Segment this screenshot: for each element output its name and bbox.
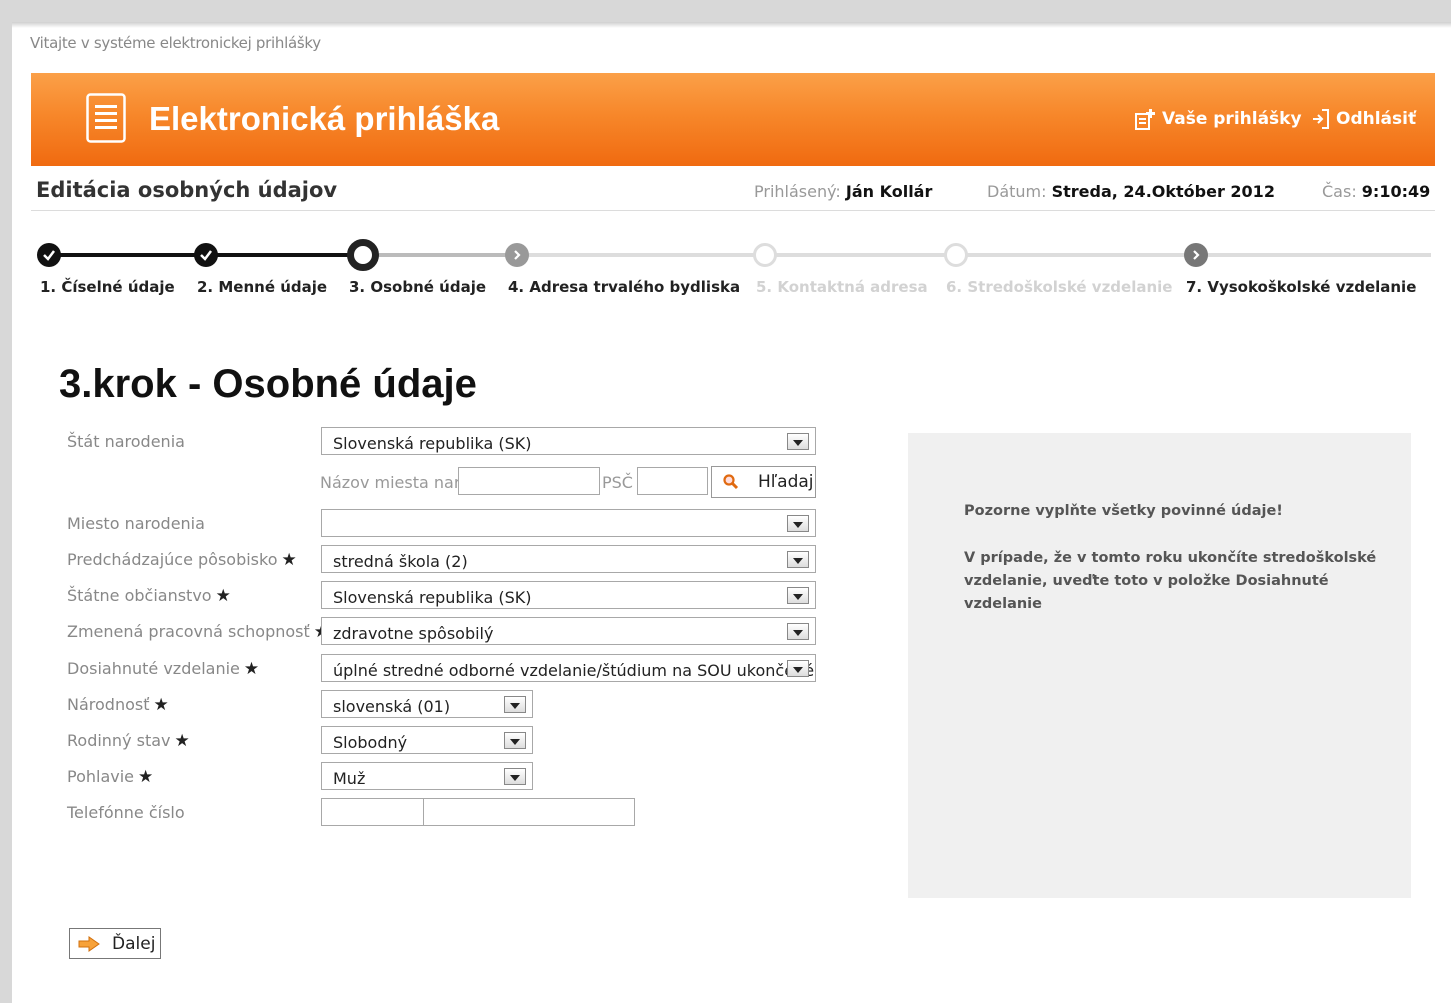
step-6-disabled-icon	[944, 243, 968, 267]
required-icon: ★	[138, 767, 154, 787]
birth-place-select[interactable]	[321, 509, 816, 537]
chevron-down-icon[interactable]	[787, 587, 809, 604]
search-button[interactable]: Hľadaj	[711, 466, 816, 498]
step-3-label: 3. Osobné údaje	[349, 278, 487, 296]
applications-icon	[1135, 109, 1155, 130]
step-2-label[interactable]: 2. Menné údaje	[197, 278, 327, 296]
psc-label: PSČ	[602, 473, 633, 492]
step-5-disabled-icon	[753, 243, 777, 267]
nationality-select[interactable]: slovenská (01)	[321, 690, 533, 718]
work-capacity-label: Zmenená pracovná schopnosť★	[67, 622, 329, 642]
current-date: Dátum: Streda, 24.Október 2012	[987, 182, 1275, 201]
info-bar: Editácia osobných údajov Prihlásený: Ján…	[31, 174, 1435, 211]
citizenship-select[interactable]: Slovenská republika (SK)	[321, 581, 816, 609]
chevron-down-icon[interactable]	[504, 732, 526, 749]
logged-user: Prihlásený: Ján Kollár	[754, 182, 932, 201]
place-name-input[interactable]	[458, 467, 600, 495]
education-select[interactable]: úplné stredné odborné vzdelanie/štúdium …	[321, 654, 816, 682]
header-banner: Elektronická prihláška Vaše prihlášky Od…	[31, 73, 1435, 166]
logout-label: Odhlásiť	[1336, 109, 1417, 129]
chevron-down-icon[interactable]	[787, 660, 809, 677]
app-title: Elektronická prihláška	[149, 100, 500, 137]
prev-workplace-label: Predchádzajúce pôsobisko ★	[67, 550, 297, 570]
form-title: 3.krok - Osobné údaje	[59, 362, 477, 406]
search-icon	[723, 474, 739, 490]
marital-status-label: Rodinný stav ★	[67, 731, 190, 751]
step-5-label: 5. Kontaktná adresa	[756, 278, 928, 296]
progress-steps: 1. Číselné údaje 2. Menné údaje 3. Osobn…	[31, 238, 1431, 308]
birth-state-select[interactable]: Slovenská republika (SK)	[321, 427, 816, 455]
my-applications-link[interactable]: Vaše prihlášky	[1134, 108, 1302, 130]
required-icon: ★	[215, 586, 231, 606]
chevron-down-icon[interactable]	[504, 696, 526, 713]
gender-select[interactable]: Muž	[321, 762, 533, 790]
chevron-down-icon[interactable]	[787, 433, 809, 450]
prev-workplace-select[interactable]: stredná škola (2)	[321, 545, 816, 573]
chevron-down-icon[interactable]	[787, 551, 809, 568]
psc-input[interactable]	[637, 467, 708, 495]
chevron-down-icon[interactable]	[787, 623, 809, 640]
birth-state-value: Slovenská republika (SK)	[333, 434, 532, 453]
required-icon: ★	[153, 695, 169, 715]
phone-prefix-input[interactable]	[321, 798, 424, 826]
required-icon: ★	[243, 659, 260, 679]
gender-value: Muž	[333, 769, 366, 788]
education-value: úplné stredné odborné vzdelanie/štúdium …	[333, 661, 815, 680]
arrow-right-icon	[78, 935, 100, 952]
step-1-label[interactable]: 1. Číselné údaje	[40, 278, 175, 296]
nationality-value: slovenská (01)	[333, 697, 451, 716]
logout-icon	[1313, 109, 1329, 129]
nationality-label: Národnosť ★	[67, 695, 169, 715]
step-2-done-icon[interactable]	[194, 243, 218, 267]
marital-status-value: Slobodný	[333, 733, 408, 752]
document-icon	[86, 93, 126, 143]
step-1-done-icon[interactable]	[37, 243, 61, 267]
info-box: Pozorne vyplňte všetky povinné údaje! V …	[908, 433, 1411, 898]
phone-label: Telefónne číslo	[67, 803, 185, 822]
step-3-current-icon	[347, 239, 379, 271]
next-button[interactable]: Ďalej	[69, 928, 161, 959]
step-6-label: 6. Stredoškolské vzdelanie	[946, 278, 1173, 296]
time-value: 9:10:49	[1361, 182, 1431, 201]
gender-label: Pohlavie ★	[67, 767, 154, 787]
birth-state-label: Štát narodenia	[67, 432, 185, 451]
work-capacity-value: zdravotne spôsobilý	[333, 624, 494, 643]
logged-user-label: Prihlásený:	[754, 182, 841, 201]
education-label: Dosiahnuté vzdelanie ★	[67, 659, 260, 679]
current-time: Čas: 9:10:49	[1322, 182, 1430, 201]
step-4-arrow-icon[interactable]	[505, 243, 529, 267]
marital-status-select[interactable]: Slobodný	[321, 726, 533, 754]
chevron-down-icon[interactable]	[787, 515, 809, 532]
progress-line-next	[361, 253, 519, 257]
logged-user-name: Ján Kollár	[845, 182, 933, 201]
info-education-note: V prípade, že v tomto roku ukončíte stre…	[964, 550, 1377, 612]
citizenship-value: Slovenská republika (SK)	[333, 588, 532, 607]
required-icon: ★	[174, 731, 190, 751]
step-7-label[interactable]: 7. Vysokoškolské vzdelanie	[1186, 278, 1416, 296]
step-7-arrow-icon[interactable]	[1184, 243, 1208, 267]
chevron-down-icon[interactable]	[504, 768, 526, 785]
required-icon: ★	[281, 550, 297, 570]
next-button-label: Ďalej	[112, 933, 156, 954]
phone-number-input[interactable]	[423, 798, 635, 826]
date-value: Streda, 24.Október 2012	[1051, 182, 1275, 201]
welcome-text: Vitajte v systéme elektronickej prihlášk…	[30, 34, 321, 52]
birth-place-label: Miesto narodenia	[67, 514, 205, 533]
time-label: Čas:	[1322, 182, 1357, 201]
logout-link[interactable]: Odhlásiť	[1312, 108, 1416, 130]
my-applications-label: Vaše prihlášky	[1162, 109, 1302, 129]
search-button-label: Hľadaj	[758, 472, 814, 492]
info-required-note: Pozorne vyplňte všetky povinné údaje!	[964, 503, 1283, 519]
prev-workplace-value: stredná škola (2)	[333, 552, 468, 571]
step-4-label[interactable]: 4. Adresa trvalého bydliska	[508, 278, 740, 296]
page-title: Editácia osobných údajov	[36, 178, 338, 202]
citizenship-label: Štátne občianstvo ★	[67, 586, 231, 606]
date-label: Dátum:	[987, 182, 1047, 201]
work-capacity-select[interactable]: zdravotne spôsobilý	[321, 617, 816, 645]
place-name-label: Názov miesta nar.	[320, 473, 465, 492]
